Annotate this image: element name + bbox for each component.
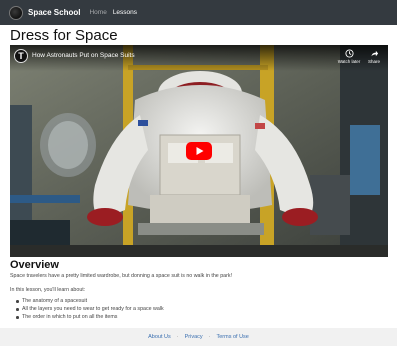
overview-heading: Overview bbox=[10, 259, 59, 271]
share-label: Share bbox=[367, 59, 380, 64]
share-arrow-icon bbox=[370, 50, 378, 57]
footer-link-privacy[interactable]: Privacy bbox=[185, 334, 203, 340]
footer: About Us · Privacy · Terms of Use bbox=[0, 328, 397, 346]
footer-link-terms[interactable]: Terms of Use bbox=[216, 334, 248, 340]
list-item: All the layers you need to wear to get r… bbox=[16, 305, 164, 313]
list-item: The anatomy of a spacesuit bbox=[16, 297, 164, 305]
brand-link[interactable]: Space School bbox=[9, 0, 89, 25]
footer-separator: · bbox=[208, 334, 211, 340]
watch-later-label: Watch later bbox=[337, 59, 361, 64]
top-navbar: Space School Home Lessons bbox=[0, 0, 397, 25]
overview-lead: In this lesson, you'll learn about: bbox=[10, 287, 86, 293]
youtube-play-icon[interactable] bbox=[186, 142, 212, 160]
page-title: Dress for Space bbox=[10, 27, 118, 44]
video-player[interactable]: T How Astronauts Put on Space Suits Watc… bbox=[10, 45, 388, 257]
footer-separator: · bbox=[176, 334, 179, 340]
topic-list: The anatomy of a spacesuit All the layer… bbox=[16, 297, 164, 322]
nav-link-home[interactable]: Home bbox=[89, 9, 106, 16]
list-item: The order in which to put on all the ite… bbox=[16, 313, 164, 321]
clock-icon bbox=[344, 49, 354, 58]
nav-link-lessons[interactable]: Lessons bbox=[113, 9, 137, 16]
brand-name: Space School bbox=[28, 8, 81, 17]
planet-logo-icon bbox=[9, 5, 23, 20]
video-title[interactable]: How Astronauts Put on Space Suits bbox=[32, 52, 135, 59]
footer-link-about[interactable]: About Us bbox=[148, 334, 171, 340]
overview-intro: Space travelers have a pretty limited wa… bbox=[10, 273, 233, 279]
watch-later-button[interactable]: Watch later bbox=[337, 49, 361, 64]
share-button[interactable]: Share bbox=[362, 49, 386, 64]
channel-avatar[interactable]: T bbox=[14, 49, 28, 63]
